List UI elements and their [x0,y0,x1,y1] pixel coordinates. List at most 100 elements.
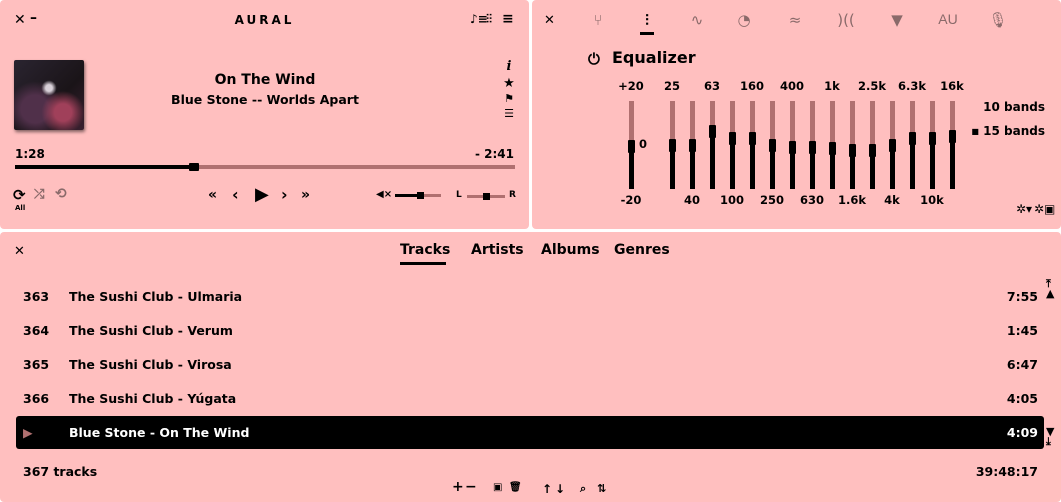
effects-tab-delay-icon[interactable]: )(( [834,11,858,29]
loop-icon[interactable]: ⟲ [55,186,67,202]
eq-band-knob[interactable] [689,138,696,152]
effects-tab-equalizer-icon[interactable]: ⫶ [635,11,659,29]
eq-band-slider[interactable] [849,101,856,189]
eq-band-slider[interactable] [749,101,756,189]
track-number: 365 [23,357,50,372]
ten-bands-option[interactable]: 10 bands [983,100,1045,114]
eq-band-label: 6.3k [897,79,927,93]
save-preset-icon[interactable]: ✲▣ [1034,202,1055,216]
seek-forward-icon[interactable]: » [301,187,310,203]
eq-band-knob[interactable] [769,138,776,152]
move-down-icon[interactable]: ↓ [555,482,565,496]
repeat-icon[interactable]: ⟳ [13,186,26,204]
eq-band-fill [730,138,735,189]
play-icon[interactable]: ▶ [255,184,269,205]
close-playlist-icon[interactable]: ✕ [14,244,25,259]
eq-band-slider[interactable] [829,101,836,189]
effects-tab-recorder-icon[interactable]: 🎙 [986,11,1010,29]
remove-track-icon[interactable]: − [465,479,477,495]
move-up-icon[interactable]: ↑ [542,482,552,496]
seek-backward-icon[interactable]: « [208,187,217,203]
playlist-row[interactable]: 363 The Sushi Club - Ulmaria 7:55 [16,280,1044,313]
remaining-time[interactable]: - 2:41 [475,147,514,161]
bookmark-icon[interactable]: ⚑ [500,92,518,105]
playlist-row[interactable]: 364 The Sushi Club - Verum 1:45 [16,314,1044,347]
fifteen-bands-option[interactable]: ■ 15 bands [971,124,1045,138]
eq-band-slider[interactable] [949,101,956,189]
save-playlist-icon[interactable]: ▣ [493,482,502,493]
seek-slider[interactable] [15,163,515,171]
effects-tab-pitch-icon[interactable]: ∿ [685,11,709,29]
eq-band-slider[interactable] [869,101,876,189]
shuffle-icon[interactable]: ⤮ [34,187,44,202]
eq-band-label: 250 [759,193,784,207]
volume-knob[interactable] [417,192,425,199]
effects-tab-time-icon[interactable]: ◔ [732,11,756,29]
eq-band-knob[interactable] [789,140,796,154]
load-preset-icon[interactable]: ✲▾ [1016,202,1032,216]
eq-band-slider[interactable] [669,101,676,189]
clear-playlist-icon[interactable]: 🗑 [509,482,522,493]
effects-tab-filter-icon[interactable]: ▼ [885,11,909,29]
menu-icon[interactable]: ≡ [502,12,514,26]
scroll-bottom-icon[interactable]: ▼ ⤓ [1046,426,1054,447]
eq-band-slider[interactable] [889,101,896,189]
search-icon[interactable]: ⌕ [580,482,586,496]
balance-slider[interactable] [467,193,505,200]
eq-band-slider[interactable] [709,101,716,189]
track-number: 364 [23,323,50,338]
eq-band-slider[interactable] [769,101,776,189]
eq-band-knob[interactable] [749,131,756,145]
volume-slider[interactable] [395,192,441,199]
effects-tab-master-icon[interactable]: ⑂ [586,11,610,29]
previous-track-icon[interactable]: ‹ [232,185,239,204]
tab-artists[interactable]: Artists [471,242,524,258]
eq-band-knob[interactable] [889,138,896,152]
info-icon[interactable]: i [500,59,518,74]
elapsed-time[interactable]: 1:28 [15,147,45,161]
eq-band-slider[interactable] [689,101,696,189]
add-track-icon[interactable]: + [452,479,464,495]
effects-tab-reverb-icon[interactable]: ≈ [783,11,807,29]
eq-band-slider[interactable] [909,101,916,189]
eq-band-slider[interactable] [729,101,736,189]
eq-band-slider[interactable] [809,101,816,189]
eq-band-slider[interactable] [929,101,936,189]
effects-toggle-icon[interactable]: ⫶⫶ [486,13,492,25]
preamp-knob[interactable] [628,139,635,153]
scale-top-label: +20 [618,79,644,93]
tab-tracks[interactable]: Tracks [400,242,450,258]
eq-band-knob[interactable] [709,125,716,139]
balance-knob[interactable] [483,193,490,200]
eq-band-knob[interactable] [669,138,676,152]
eq-band-knob[interactable] [849,144,856,157]
power-icon[interactable]: ⏻ [588,50,600,68]
eq-band-knob[interactable] [869,144,876,157]
eq-band-label: 100 [719,193,744,207]
eq-band-knob[interactable] [809,140,816,154]
close-effects-icon[interactable]: ✕ [544,13,555,28]
eq-band-knob[interactable] [729,131,736,145]
tab-albums[interactable]: Albums [541,242,600,258]
track-count: 367 tracks [23,464,98,479]
eq-band-knob[interactable] [909,131,916,145]
eq-band-knob[interactable] [929,131,936,145]
sort-icon[interactable]: ⇅ [597,482,606,495]
eq-band-fill [890,145,895,189]
effects-tab-audio-units-icon[interactable]: AU [936,11,960,27]
playlist-row-playing[interactable]: ▶ Blue Stone - On The Wind 4:09 [16,416,1044,449]
playlist-row[interactable]: 365 The Sushi Club - Virosa 6:47 [16,348,1044,381]
preamp-slider[interactable] [628,101,635,189]
favorite-star-icon[interactable]: ★ [500,76,518,91]
chapters-list-icon[interactable]: ☰ [500,107,518,120]
mute-volume-icon[interactable]: ◀× [376,189,392,200]
scroll-top-icon[interactable]: ⤒ ▲ [1046,278,1054,299]
eq-band-slider[interactable] [789,101,796,189]
tab-genres[interactable]: Genres [614,242,670,258]
album-art [14,60,84,130]
playlist-row[interactable]: 366 The Sushi Club - Yúgata 4:05 [16,382,1044,415]
seek-knob[interactable] [188,163,199,171]
eq-band-knob[interactable] [949,129,956,143]
eq-band-knob[interactable] [829,141,836,155]
next-track-icon[interactable]: › [281,185,288,204]
